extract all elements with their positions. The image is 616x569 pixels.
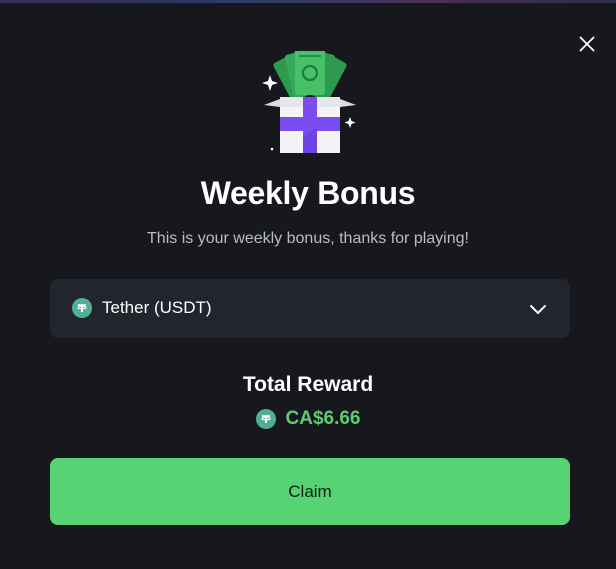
gift-box-with-cash-icon [262, 51, 356, 153]
weekly-bonus-modal: Weekly Bonus This is your weekly bonus, … [0, 3, 616, 569]
currency-select[interactable]: Tether (USDT) [50, 279, 570, 338]
close-icon [579, 36, 595, 52]
currency-select-value: Tether (USDT) [102, 298, 212, 317]
modal-title: Weekly Bonus [200, 175, 416, 211]
tether-icon [72, 298, 92, 318]
claim-button[interactable]: Claim [50, 458, 570, 525]
close-button[interactable] [572, 29, 602, 59]
total-reward-label: Total Reward [242, 373, 374, 396]
chevron-down-icon [530, 305, 546, 314]
modal-subtitle: This is your weekly bonus, thanks for pl… [147, 230, 469, 247]
reward-value: CA$6.66 [285, 408, 361, 429]
tether-icon [255, 409, 276, 429]
total-reward-amount: CA$6.66 [0, 407, 616, 431]
